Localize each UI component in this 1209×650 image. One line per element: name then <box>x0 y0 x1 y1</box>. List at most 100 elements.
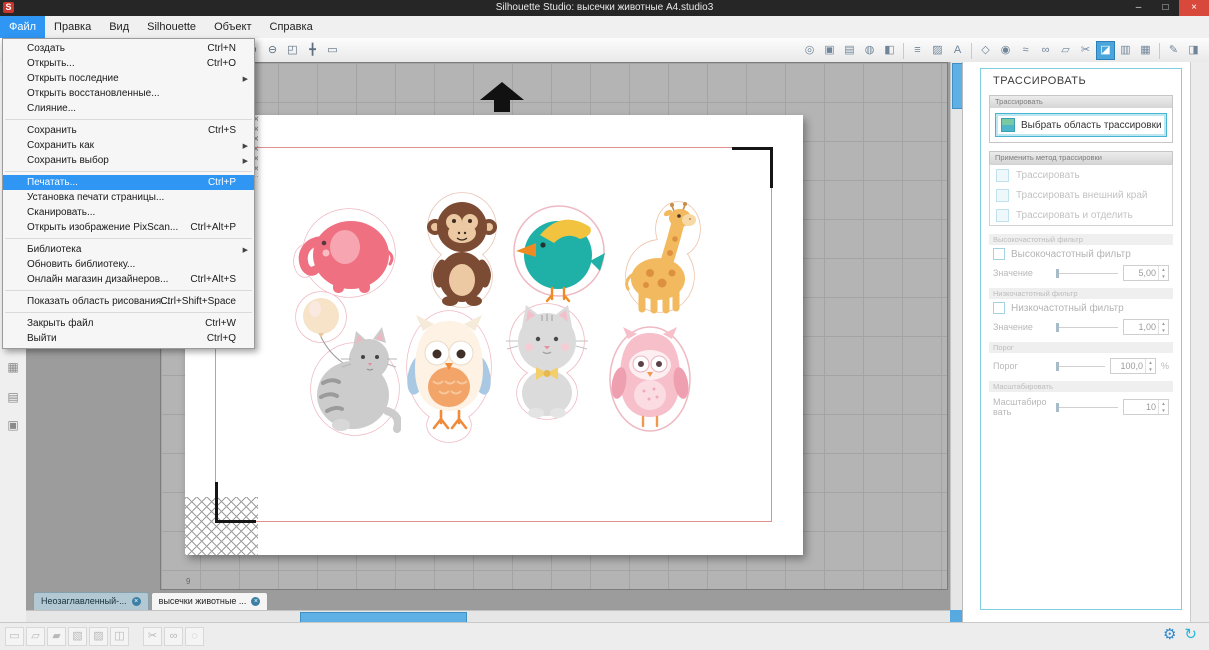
lf-spinner[interactable]: ▲▼ <box>1158 320 1168 334</box>
menu-item-online-store[interactable]: Онлайн магазин дизайнеров... Ctrl+Alt+S <box>3 272 254 287</box>
lf-filter-checkbox-row[interactable]: Низкочастотный фильтр <box>993 302 1169 314</box>
menu-item-open-recovered[interactable]: Открыть восстановленные... <box>3 86 254 101</box>
menu-item-open-recent[interactable]: Открыть последние ▶ <box>3 71 254 86</box>
threshold-spinner[interactable]: ▲▼ <box>1145 359 1155 373</box>
text-style-icon[interactable]: A <box>948 41 967 60</box>
shadow-icon[interactable]: ▨ <box>89 627 108 646</box>
image-panel-icon[interactable]: ▦ <box>4 358 22 376</box>
scale-input[interactable]: 10 ▲▼ <box>1123 399 1169 415</box>
hf-value-slider[interactable] <box>1056 273 1118 274</box>
menu-item-show-drawing-area[interactable]: Показать область рисования... Ctrl+Shift… <box>3 294 254 309</box>
slider-handle[interactable] <box>1056 362 1059 371</box>
zoom-out-icon[interactable]: ⊖ <box>263 41 282 60</box>
pan-icon[interactable]: ╋ <box>303 41 322 60</box>
spinner-down-icon[interactable]: ▼ <box>1159 407 1168 414</box>
select-trace-area-button[interactable]: Выбрать область трассировки <box>995 113 1167 137</box>
preferences-gear-icon[interactable]: ⚙ <box>1163 625 1176 643</box>
tools-icon[interactable]: ◨ <box>1184 41 1203 60</box>
tab-untitled[interactable]: Неозаглавленный-... × <box>33 592 149 610</box>
spinner-down-icon[interactable]: ▼ <box>1159 273 1168 280</box>
maximize-button[interactable]: □ <box>1152 0 1179 16</box>
transform-icon[interactable]: ▱ <box>26 627 45 646</box>
menu-item-merge[interactable]: Слияние... <box>3 101 254 116</box>
tab-close-icon[interactable]: × <box>132 597 141 606</box>
eraser-icon[interactable]: ▱ <box>1056 41 1075 60</box>
menu-item-save-as[interactable]: Сохранить как ▶ <box>3 138 254 153</box>
duplicate-icon[interactable]: ◫ <box>110 627 129 646</box>
spinner-down-icon[interactable]: ▼ <box>1146 366 1155 373</box>
menu-object[interactable]: Объект <box>205 16 260 38</box>
menu-separator-5[interactable] <box>5 312 252 313</box>
close-button[interactable]: × <box>1179 0 1209 16</box>
menu-edit[interactable]: Правка <box>45 16 100 38</box>
swatches-panel-icon[interactable]: ▣ <box>4 416 22 434</box>
hf-value-input[interactable]: 5,00 ▲▼ <box>1123 265 1169 281</box>
spinner-up-icon[interactable]: ▲ <box>1146 359 1155 366</box>
sticker-kitten[interactable] <box>498 297 596 421</box>
zoom-selection-icon[interactable]: ◰ <box>283 41 302 60</box>
sticker-bird[interactable] <box>510 201 605 305</box>
outline-icon[interactable]: ◌ <box>185 627 204 646</box>
spinner-down-icon[interactable]: ▼ <box>1159 327 1168 334</box>
sticker-giraffe[interactable] <box>620 201 705 316</box>
sync-icon[interactable]: ↻ <box>1184 625 1197 643</box>
cut-icon[interactable]: ✂ <box>143 627 162 646</box>
weld-bottom-icon[interactable]: ∞ <box>164 627 183 646</box>
menu-item-update-library[interactable]: Обновить библиотеку... <box>3 257 254 272</box>
menu-separator-2[interactable] <box>5 171 252 172</box>
sticker-monkey[interactable] <box>416 191 508 309</box>
threshold-input[interactable]: 100,0 ▲▼ <box>1110 358 1156 374</box>
trace-method-and-detach[interactable]: Трассировать и отделить <box>990 205 1172 225</box>
spinner-up-icon[interactable]: ▲ <box>1159 320 1168 327</box>
slider-handle[interactable] <box>1056 269 1059 278</box>
menu-item-exit[interactable]: Выйти Ctrl+Q <box>3 331 254 346</box>
slider-handle[interactable] <box>1056 403 1059 412</box>
sketch-icon[interactable]: ≈ <box>1016 41 1035 60</box>
menu-separator-3[interactable] <box>5 238 252 239</box>
lf-checkbox[interactable] <box>993 302 1005 314</box>
minimize-button[interactable]: – <box>1125 0 1152 16</box>
knife-icon[interactable]: ✂ <box>1076 41 1095 60</box>
toolbar-divider-1[interactable] <box>903 43 904 59</box>
menu-item-library[interactable]: Библиотека ▶ <box>3 242 254 257</box>
scale-spinner[interactable]: ▲▼ <box>1158 400 1168 414</box>
shear-icon[interactable]: ▰ <box>47 627 66 646</box>
scale-slider[interactable] <box>1056 407 1118 408</box>
offset-icon[interactable]: ◇ <box>976 41 995 60</box>
menu-file[interactable]: Файл <box>0 16 45 38</box>
trace-icon[interactable]: ◪ <box>1096 41 1115 60</box>
align-icon[interactable]: ▥ <box>1116 41 1135 60</box>
menu-separator-4[interactable] <box>5 290 252 291</box>
menu-item-save[interactable]: Сохранить Ctrl+S <box>3 123 254 138</box>
trace-method-standard[interactable]: Трассировать <box>990 165 1172 185</box>
rhinestone-icon[interactable]: ◉ <box>996 41 1015 60</box>
lf-value-input[interactable]: 1,00 ▲▼ <box>1123 319 1169 335</box>
sticker-owl[interactable] <box>403 307 495 445</box>
menu-silhouette[interactable]: Silhouette <box>138 16 205 38</box>
hf-spinner[interactable]: ▲▼ <box>1158 266 1168 280</box>
pattern-icon[interactable]: ▧ <box>68 627 87 646</box>
menu-item-scan[interactable]: Сканировать... <box>3 205 254 220</box>
menu-item-page-print-setup[interactable]: Установка печати страницы... <box>3 190 254 205</box>
pixscan-icon[interactable]: ▣ <box>820 41 839 60</box>
cut-border-icon[interactable]: ▤ <box>840 41 859 60</box>
tab-animals-file[interactable]: высечки животные ... × <box>151 592 269 610</box>
toolbar-divider-2[interactable] <box>971 43 972 59</box>
menu-item-save-selection[interactable]: Сохранить выбор ▶ <box>3 153 254 168</box>
sticker-pink-owl[interactable] <box>606 323 694 435</box>
fit-page-icon[interactable]: ▭ <box>323 41 342 60</box>
menu-item-close-file[interactable]: Закрыть файл Ctrl+W <box>3 316 254 331</box>
menu-help[interactable]: Справка <box>261 16 322 38</box>
spinner-up-icon[interactable]: ▲ <box>1159 400 1168 407</box>
menu-item-open[interactable]: Открыть... Ctrl+O <box>3 56 254 71</box>
store-icon[interactable]: ◍ <box>860 41 879 60</box>
threshold-slider[interactable] <box>1056 366 1105 367</box>
toolbar-divider-3[interactable] <box>1159 43 1160 59</box>
weld-icon[interactable]: ∞ <box>1036 41 1055 60</box>
tab-close-icon[interactable]: × <box>251 597 260 606</box>
line-style-icon[interactable]: ≡ <box>908 41 927 60</box>
hf-checkbox[interactable] <box>993 248 1005 260</box>
menu-view[interactable]: Вид <box>100 16 138 38</box>
fill-style-icon[interactable]: ▨ <box>928 41 947 60</box>
pen-tool-icon[interactable]: ✎ <box>1164 41 1183 60</box>
